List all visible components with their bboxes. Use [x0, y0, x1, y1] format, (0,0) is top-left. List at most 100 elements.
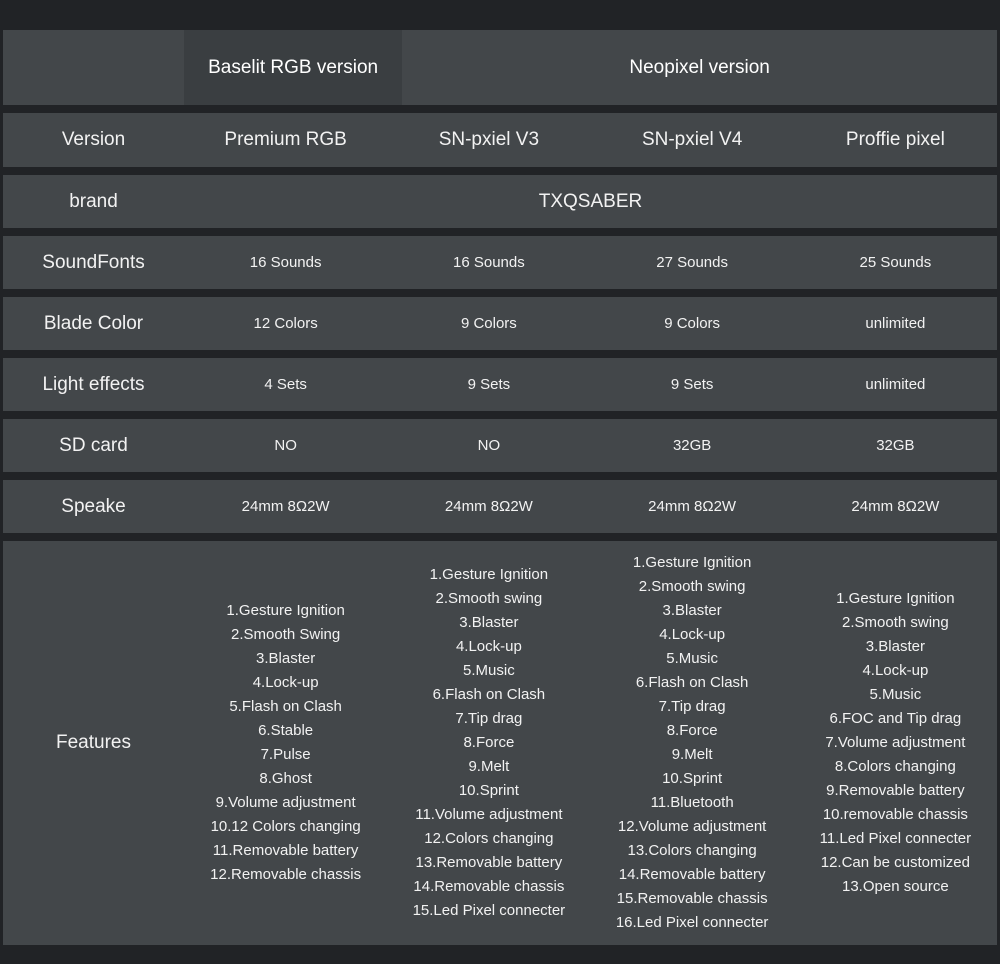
soundfonts-value-2: 16 Sounds	[387, 236, 590, 289]
feature-item: 15.Removable chassis	[617, 887, 768, 911]
speaker-value-2: 24mm 8Ω2W	[387, 480, 590, 533]
table-row-blade-color: Blade Color 12 Colors 9 Colors 9 Colors …	[3, 297, 997, 350]
feature-item: 7.Pulse	[261, 743, 311, 767]
blade-color-value-1: 12 Colors	[184, 297, 387, 350]
feature-item: 12.Colors changing	[424, 827, 553, 851]
speaker-value-4: 24mm 8Ω2W	[794, 480, 997, 533]
row-label-blade-color: Blade Color	[3, 297, 184, 350]
spec-comparison-page: Baselit RGB version Neopixel version Ver…	[0, 0, 1000, 964]
feature-item: 10.Sprint	[662, 767, 722, 791]
feature-item: 2.Smooth swing	[639, 575, 746, 599]
feature-item: 7.Tip drag	[455, 707, 522, 731]
feature-item: 13.Colors changing	[627, 839, 756, 863]
feature-item: 12.Can be customized	[821, 851, 970, 875]
feature-item: 9.Removable battery	[826, 779, 964, 803]
blade-color-value-4: unlimited	[794, 297, 997, 350]
version-value-4: Proffie pixel	[794, 113, 997, 167]
feature-item: 8.Force	[667, 719, 718, 743]
row-label-version: Version	[3, 113, 184, 167]
feature-item: 9.Volume adjustment	[216, 791, 356, 815]
feature-item: 6.Stable	[258, 719, 313, 743]
feature-item: 8.Ghost	[259, 767, 312, 791]
soundfonts-value-3: 27 Sounds	[591, 236, 794, 289]
table-row-brand: brand TXQSABER	[3, 175, 997, 228]
table-row-features: Features 1.Gesture Ignition2.Smooth Swin…	[3, 541, 997, 945]
feature-item: 14.Removable battery	[619, 863, 766, 887]
brand-value: TXQSABER	[184, 175, 997, 228]
feature-item: 11.Bluetooth	[651, 791, 734, 815]
feature-item: 6.FOC and Tip drag	[830, 707, 962, 731]
speaker-value-3: 24mm 8Ω2W	[591, 480, 794, 533]
table-row-soundfonts: SoundFonts 16 Sounds 16 Sounds 27 Sounds…	[3, 236, 997, 289]
table-row-speaker: Speake 24mm 8Ω2W 24mm 8Ω2W 24mm 8Ω2W 24m…	[3, 480, 997, 533]
feature-item: 5.Music	[870, 683, 922, 707]
table-row-sd-card: SD card NO NO 32GB 32GB	[3, 419, 997, 472]
feature-item: 9.Melt	[672, 743, 713, 767]
feature-item: 11.Removable battery	[213, 839, 359, 863]
spec-comparison-table: Baselit RGB version Neopixel version Ver…	[0, 0, 1000, 945]
speaker-value-1: 24mm 8Ω2W	[184, 480, 387, 533]
feature-item: 2.Smooth swing	[436, 587, 543, 611]
sd-card-value-3: 32GB	[591, 419, 794, 472]
group-header-neopixel: Neopixel version	[402, 30, 997, 105]
features-column-2: 1.Gesture Ignition2.Smooth swing3.Blaste…	[387, 541, 590, 945]
feature-item: 13.Open source	[842, 875, 949, 899]
feature-item: 14.Removable chassis	[413, 875, 564, 899]
light-effects-value-3: 9 Sets	[591, 358, 794, 411]
feature-item: 7.Tip drag	[659, 695, 726, 719]
table-row-version: Version Premium RGB SN-pxiel V3 SN-pxiel…	[3, 113, 997, 167]
row-label-speaker: Speake	[3, 480, 184, 533]
version-value-3: SN-pxiel V4	[591, 113, 794, 167]
feature-item: 12.Volume adjustment	[618, 815, 766, 839]
feature-item: 10.12 Colors changing	[211, 815, 361, 839]
light-effects-value-2: 9 Sets	[387, 358, 590, 411]
features-column-3: 1.Gesture Ignition2.Smooth swing3.Blaste…	[591, 541, 794, 945]
feature-item: 11.Volume adjustment	[415, 803, 562, 827]
sd-card-value-1: NO	[184, 419, 387, 472]
light-effects-value-4: unlimited	[794, 358, 997, 411]
row-label-soundfonts: SoundFonts	[3, 236, 184, 289]
features-column-4: 1.Gesture Ignition2.Smooth swing3.Blaste…	[794, 541, 997, 945]
light-effects-value-1: 4 Sets	[184, 358, 387, 411]
group-header-corner-cell	[3, 30, 184, 105]
feature-item: 6.Flash on Clash	[433, 683, 546, 707]
feature-item: 3.Blaster	[459, 611, 518, 635]
blade-color-value-3: 9 Colors	[591, 297, 794, 350]
feature-item: 3.Blaster	[663, 599, 722, 623]
feature-item: 13.Removable battery	[416, 851, 563, 875]
feature-item: 5.Music	[666, 647, 718, 671]
features-column-1: 1.Gesture Ignition2.Smooth Swing3.Blaste…	[184, 541, 387, 945]
feature-item: 8.Force	[463, 731, 514, 755]
feature-item: 5.Flash on Clash	[229, 695, 342, 719]
feature-item: 16.Led Pixel connecter	[616, 911, 769, 935]
feature-item: 1.Gesture Ignition	[430, 563, 548, 587]
soundfonts-value-4: 25 Sounds	[794, 236, 997, 289]
feature-item: 4.Lock-up	[659, 623, 725, 647]
feature-item: 11.Led Pixel connecter	[820, 827, 972, 851]
group-header-baselit: Baselit RGB version	[184, 30, 402, 105]
feature-item: 3.Blaster	[866, 635, 925, 659]
row-label-sd-card: SD card	[3, 419, 184, 472]
feature-item: 10.removable chassis	[823, 803, 968, 827]
version-value-2: SN-pxiel V3	[387, 113, 590, 167]
feature-item: 5.Music	[463, 659, 515, 683]
feature-item: 2.Smooth swing	[842, 611, 949, 635]
table-row-group-header: Baselit RGB version Neopixel version	[3, 30, 997, 105]
version-value-1: Premium RGB	[184, 113, 387, 167]
feature-item: 1.Gesture Ignition	[226, 599, 344, 623]
feature-item: 3.Blaster	[256, 647, 315, 671]
sd-card-value-4: 32GB	[794, 419, 997, 472]
table-row-light-effects: Light effects 4 Sets 9 Sets 9 Sets unlim…	[3, 358, 997, 411]
feature-item: 2.Smooth Swing	[231, 623, 340, 647]
feature-item: 1.Gesture Ignition	[633, 551, 751, 575]
feature-item: 12.Removable chassis	[210, 863, 361, 887]
feature-item: 7.Volume adjustment	[825, 731, 965, 755]
row-label-brand: brand	[3, 175, 184, 228]
feature-item: 15.Led Pixel connecter	[413, 899, 566, 923]
row-label-features: Features	[3, 541, 184, 945]
soundfonts-value-1: 16 Sounds	[184, 236, 387, 289]
sd-card-value-2: NO	[387, 419, 590, 472]
feature-item: 10.Sprint	[459, 779, 519, 803]
feature-item: 6.Flash on Clash	[636, 671, 749, 695]
feature-item: 1.Gesture Ignition	[836, 587, 954, 611]
